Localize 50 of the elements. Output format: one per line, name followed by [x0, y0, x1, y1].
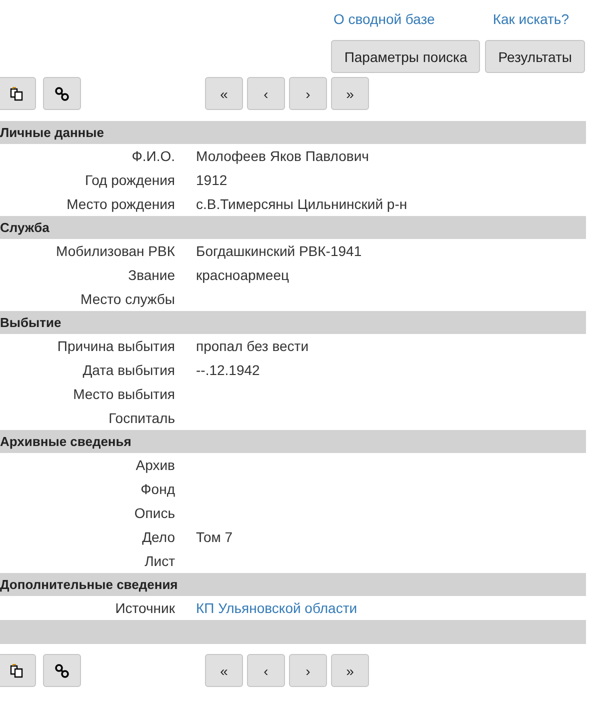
- header-link[interactable]: О сводной базе: [334, 11, 435, 32]
- link-icon: [54, 86, 70, 102]
- field-value: пропал без вести: [196, 338, 309, 354]
- field-label: Архив: [134, 457, 175, 473]
- field-label: Место службы: [80, 291, 175, 307]
- field-value: Богдашкинский РВК-1941: [196, 243, 362, 259]
- pager-button[interactable]: ›: [289, 654, 327, 687]
- field-value: с.В.Тимерсяны Цильнинский р-н: [196, 196, 408, 212]
- field-label: Место рождения: [66, 196, 175, 212]
- copy-icon: [9, 662, 25, 678]
- field-label: Год рождения: [84, 172, 175, 188]
- field-label: Дело: [141, 529, 175, 545]
- header-link[interactable]: Как искать?: [492, 11, 569, 32]
- pager-button[interactable]: ‹: [247, 77, 285, 110]
- field-label: Причина выбытия: [56, 338, 175, 354]
- section-header: Архивные сведенья: [0, 430, 586, 453]
- field-label: Звание: [127, 267, 175, 283]
- field-label: Дата выбытия: [82, 362, 175, 378]
- pager-button[interactable]: ›: [289, 77, 327, 110]
- field-label: Место выбытия: [72, 386, 175, 402]
- link-icon: [54, 662, 70, 678]
- link-button[interactable]: [43, 77, 81, 110]
- pager-button[interactable]: ‹: [247, 654, 285, 687]
- pager-button[interactable]: «: [205, 77, 243, 110]
- field-value: Молофеев Яков Павлович: [196, 148, 369, 164]
- field-label: Ф.И.О.: [130, 148, 175, 164]
- pager-button[interactable]: »: [331, 77, 369, 110]
- field-label: Госпиталь: [108, 410, 175, 426]
- field-link[interactable]: КП Ульяновской области: [196, 600, 358, 616]
- copy-button[interactable]: [0, 654, 36, 687]
- link-button[interactable]: [43, 654, 81, 687]
- copy-icon: [9, 86, 25, 102]
- pager-button[interactable]: «: [205, 654, 243, 687]
- field-value: 1912: [196, 172, 228, 188]
- section-header: Дополнительные сведения: [0, 573, 586, 596]
- field-label: Мобилизован РВК: [55, 243, 175, 259]
- field-value: --.12.1942: [196, 362, 260, 378]
- header-button[interactable]: Параметры поиска: [331, 40, 480, 73]
- section-header: Личные данные: [0, 121, 586, 144]
- header-button[interactable]: Результаты: [485, 40, 585, 73]
- field-label: Фонд: [140, 481, 175, 497]
- copy-button[interactable]: [0, 77, 36, 110]
- section-header: Выбытие: [0, 311, 586, 334]
- field-value: Том 7: [196, 529, 233, 545]
- field-value: красноармеец: [196, 267, 290, 283]
- pager-button[interactable]: »: [331, 654, 369, 687]
- field-label: Лист: [144, 553, 175, 569]
- field-label: Источник: [114, 600, 175, 616]
- section-header: Служба: [0, 216, 586, 239]
- field-label: Опись: [133, 505, 175, 521]
